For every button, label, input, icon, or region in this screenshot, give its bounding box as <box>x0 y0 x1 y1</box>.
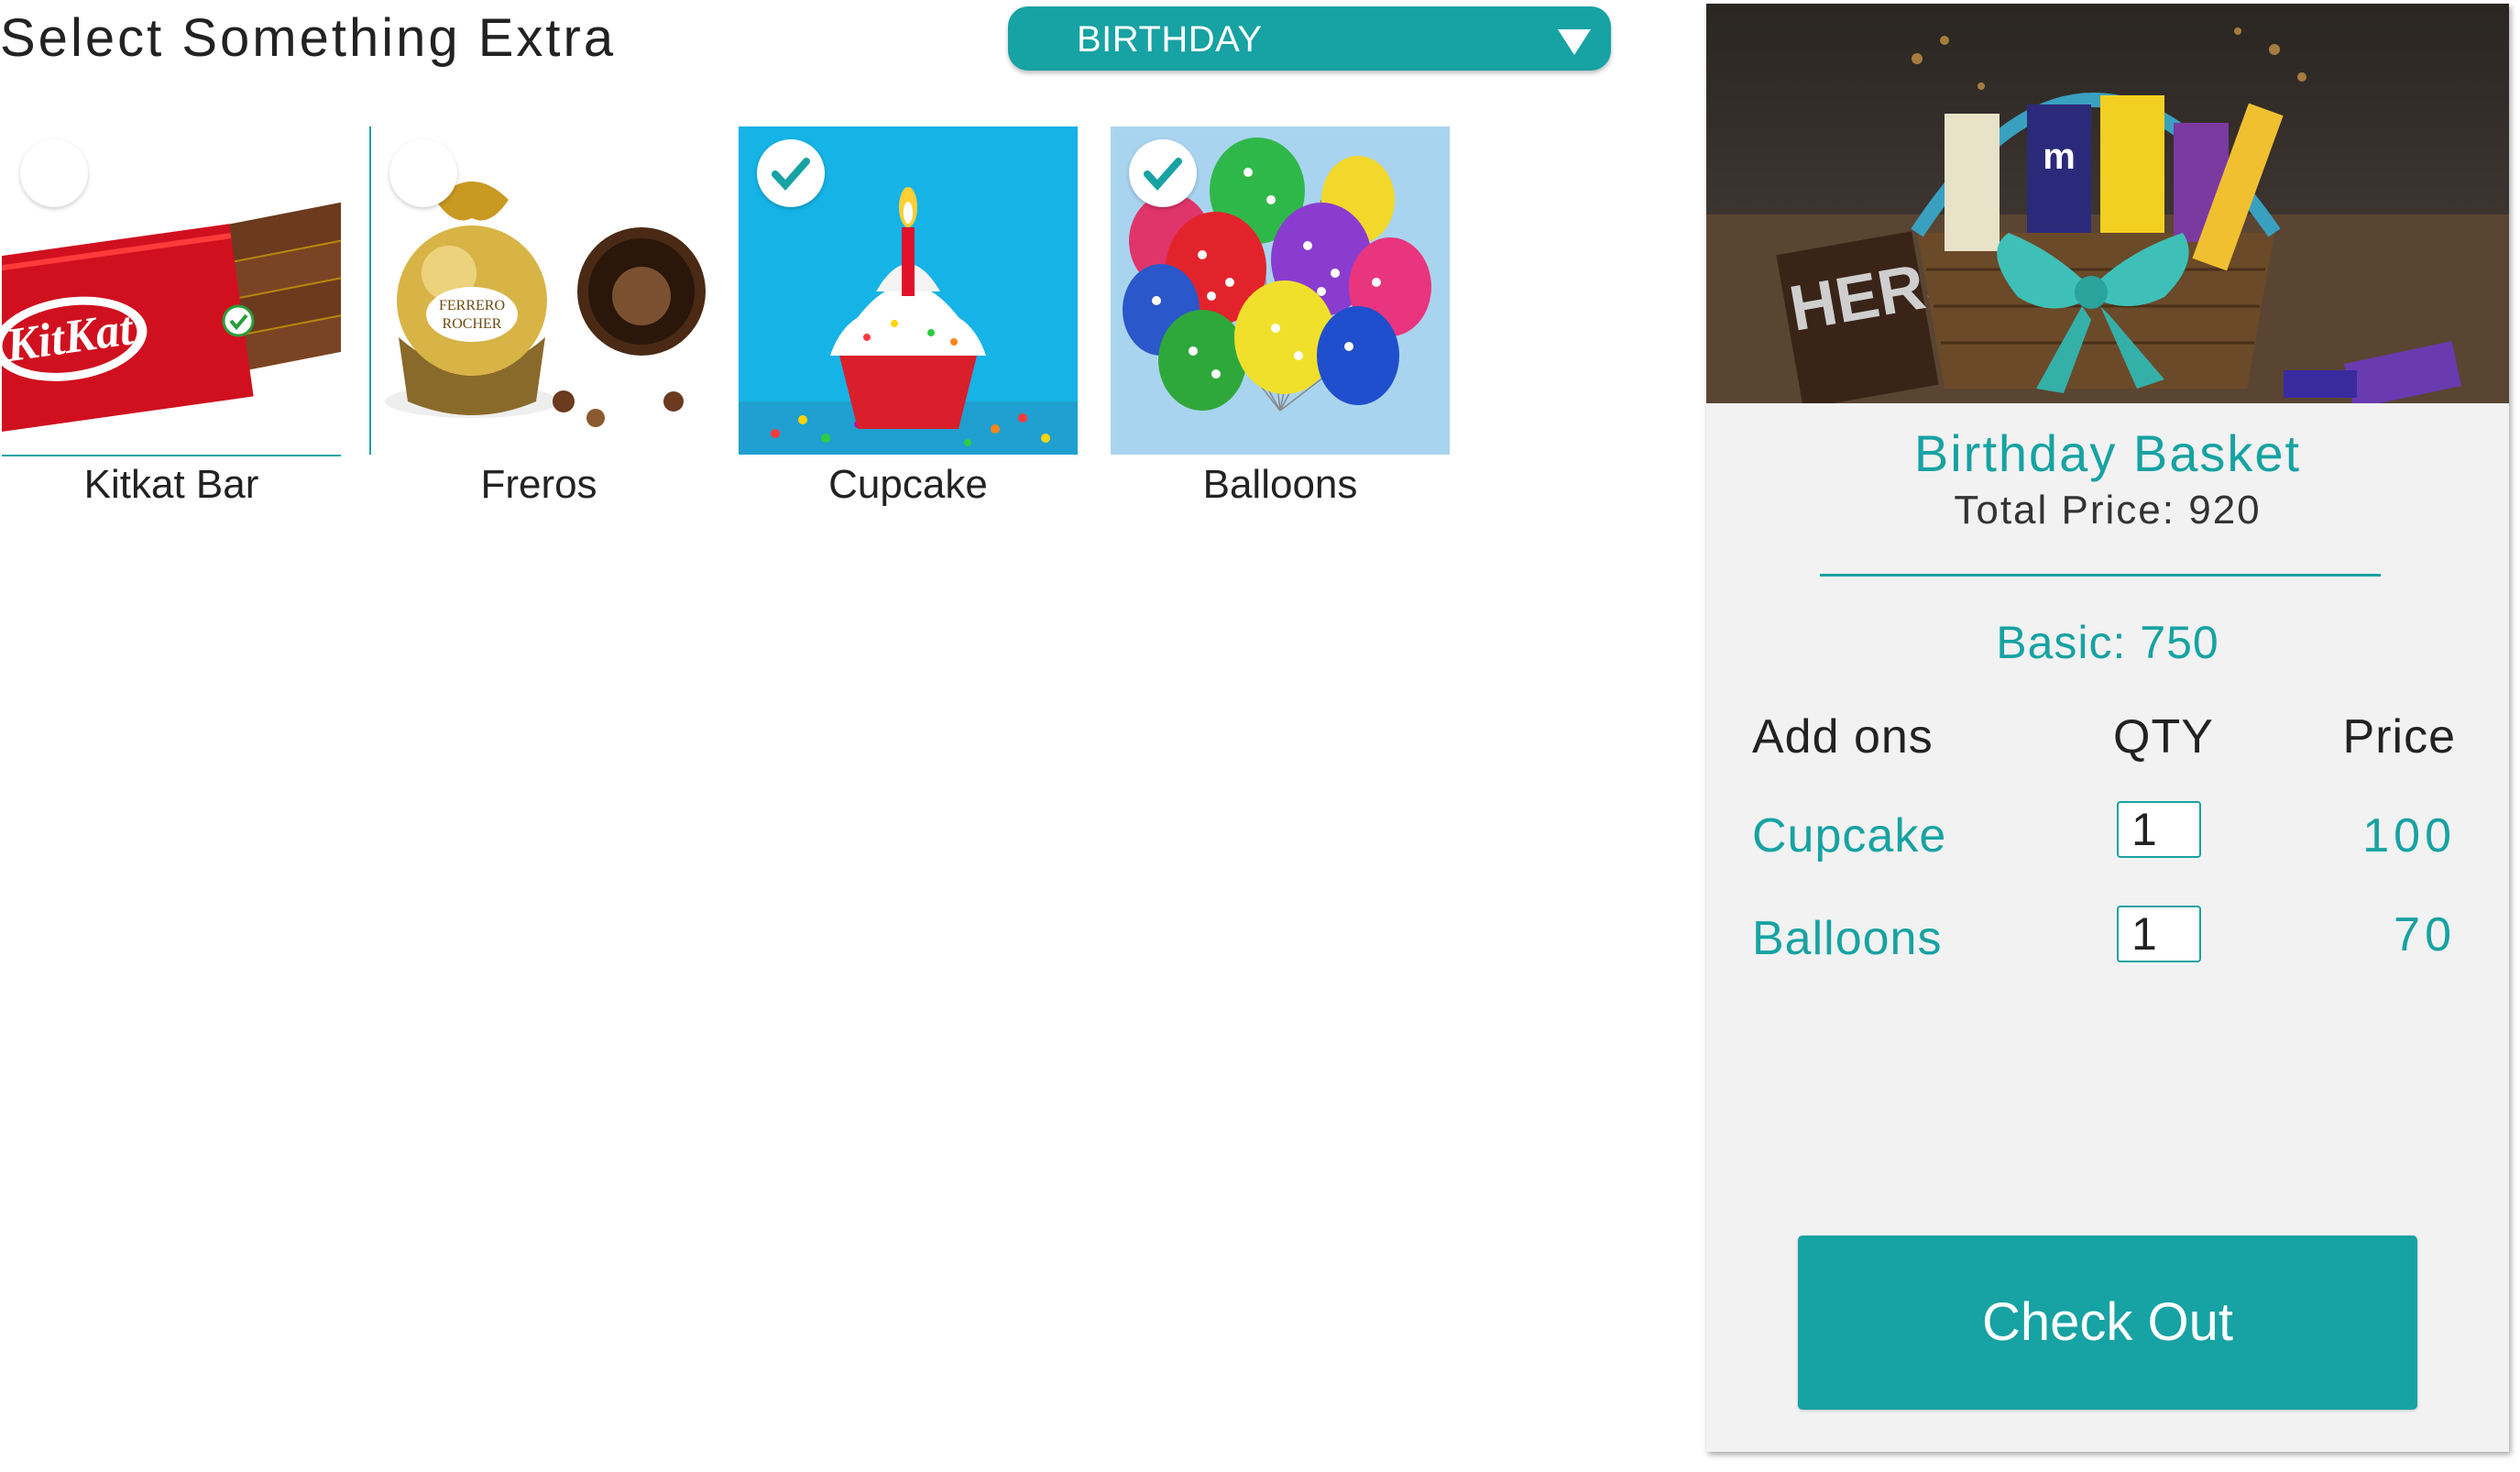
kitkat-image: KitKat <box>2 126 341 456</box>
addon-name: Balloons <box>1752 912 1943 965</box>
basket-name: Birthday Basket <box>1913 424 2302 482</box>
extra-item-freros[interactable]: FERRERO ROCHER Freros <box>369 126 710 507</box>
ferrero-image: FERRERO ROCHER <box>369 126 710 455</box>
checkbox-circle-icon[interactable] <box>389 139 457 207</box>
addon-price: 100 <box>2362 809 2456 862</box>
basic-price: Basic: 750 <box>1706 616 2509 669</box>
addon-name: Cupcake <box>1752 809 1947 862</box>
basic-price-value: 750 <box>2140 617 2219 668</box>
checkbox-circle-icon[interactable] <box>757 139 825 207</box>
column-header-price: Price <box>2342 710 2456 763</box>
checkbox-circle-icon[interactable] <box>1129 139 1197 207</box>
column-header-qty: QTY <box>2113 710 2214 763</box>
column-header-addons: Add ons <box>1752 710 1934 763</box>
extra-item-kitkat[interactable]: KitKat Kitkat Bar <box>2 126 341 507</box>
svg-text:ROCHER: ROCHER <box>443 316 502 332</box>
extra-item-label: Balloons <box>1202 462 1358 507</box>
checkbox-circle-icon[interactable] <box>20 139 88 207</box>
total-price-label: Total Price: <box>1954 488 2175 533</box>
cupcake-image <box>739 126 1078 455</box>
page-title: Select Something Extra <box>0 8 617 68</box>
addon-qty-input[interactable] <box>2117 801 2201 858</box>
occasion-selected-value: BIRTHDAY <box>1077 19 1263 60</box>
total-price: Total Price: 920 <box>1706 488 2509 533</box>
balloons-image <box>1111 126 1450 455</box>
extra-item-label: Freros <box>480 462 597 507</box>
svg-text:FERRERO: FERRERO <box>439 298 505 313</box>
divider <box>1820 574 2381 577</box>
total-price-value: 920 <box>2188 488 2262 533</box>
addon-price: 70 <box>2394 908 2456 961</box>
extra-item-label: Kitkat Bar <box>83 462 259 507</box>
extra-item-label: Cupcake <box>828 462 988 507</box>
basic-price-label: Basic: <box>1996 617 2127 668</box>
basket-hero-image: HERS m <box>1706 4 2509 403</box>
dropdown-triangle-icon[interactable] <box>1558 29 1591 55</box>
svg-text:m: m <box>2043 137 2076 177</box>
checkout-button[interactable]: Check Out <box>1798 1236 2417 1410</box>
addon-qty-input[interactable] <box>2117 906 2201 962</box>
extra-item-balloons[interactable]: Balloons <box>1111 126 1450 507</box>
occasion-dropdown[interactable]: BIRTHDAY <box>1008 6 1611 71</box>
extra-item-cupcake[interactable]: Cupcake <box>739 126 1078 507</box>
order-summary-panel: HERS m Birthday Basket Total Price: 920 … <box>1706 4 2509 1452</box>
